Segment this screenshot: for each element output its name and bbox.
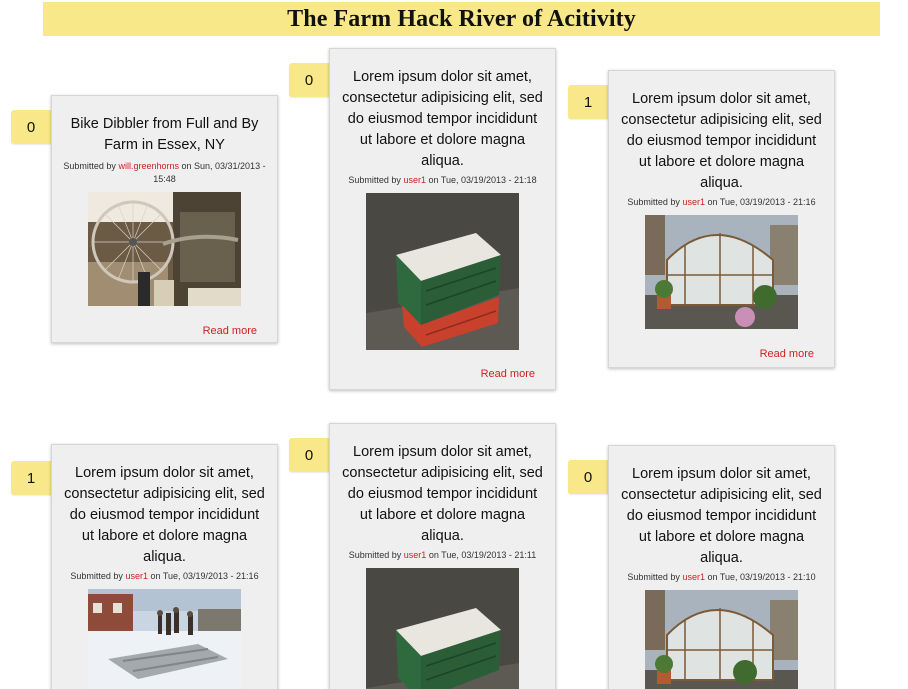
post-card: Bike Dibbler from Full and By Farm in Es… [51, 95, 278, 343]
post-title[interactable]: Lorem ipsum dolor sit amet, consectetur … [340, 442, 545, 547]
post-title[interactable]: Lorem ipsum dolor sit amet, consectetur … [62, 463, 267, 568]
post-meta: Submitted by user1 on Tue, 03/19/2013 - … [62, 570, 267, 583]
author-link[interactable]: user1 [682, 197, 705, 207]
post-title[interactable]: Lorem ipsum dolor sit amet, consectetur … [619, 89, 824, 194]
post-date: on Tue, 03/19/2013 - 21:11 [428, 550, 537, 560]
post-card: Lorem ipsum dolor sit amet, consectetur … [329, 48, 556, 390]
submitted-label: Submitted by [63, 161, 116, 171]
author-link[interactable]: user1 [682, 572, 705, 582]
post-card: Lorem ipsum dolor sit amet, consectetur … [608, 70, 835, 368]
author-link[interactable]: user1 [125, 571, 148, 581]
post-image-bike-wheel[interactable] [88, 192, 241, 306]
post-title[interactable]: Lorem ipsum dolor sit amet, consectetur … [619, 464, 824, 569]
post-image-crate-box[interactable] [366, 193, 519, 350]
post-meta: Submitted by user1 on Tue, 03/19/2013 - … [340, 549, 545, 562]
author-link[interactable]: user1 [403, 175, 426, 185]
page-banner: The Farm Hack River of Acitivity [43, 2, 880, 36]
page-title: The Farm Hack River of Acitivity [287, 5, 636, 32]
submitted-label: Submitted by [348, 550, 402, 560]
post-date: on Tue, 03/19/2013 - 21:16 [150, 571, 259, 581]
post-meta: Submitted by user1 on Tue, 03/19/2013 - … [619, 196, 824, 209]
vote-count-badge[interactable]: 0 [289, 438, 329, 472]
vote-count-badge[interactable]: 0 [568, 460, 608, 494]
post-card: Lorem ipsum dolor sit amet, consectetur … [608, 445, 835, 689]
author-link[interactable]: will.greenhorns [118, 161, 179, 171]
author-link[interactable]: user1 [404, 550, 427, 560]
post-title[interactable]: Bike Dibbler from Full and By Farm in Es… [62, 114, 267, 156]
post-meta: Submitted by user1 on Tue, 03/19/2013 - … [619, 571, 824, 584]
vote-count-badge[interactable]: 1 [568, 85, 608, 119]
post-image-crate-box[interactable] [366, 568, 519, 689]
submitted-label: Submitted by [348, 175, 401, 185]
post-card: Lorem ipsum dolor sit amet, consectetur … [51, 444, 278, 689]
post-meta: Submitted by user1 on Tue, 03/19/2013 - … [340, 174, 545, 187]
vote-count-badge[interactable]: 0 [11, 110, 51, 144]
submitted-label: Submitted by [627, 572, 680, 582]
post-title[interactable]: Lorem ipsum dolor sit amet, consectetur … [340, 67, 545, 172]
read-more-link[interactable]: Read more [62, 325, 267, 337]
post-image-greenhouse[interactable] [645, 215, 798, 329]
submitted-label: Submitted by [627, 197, 680, 207]
read-more-link[interactable]: Read more [340, 368, 545, 380]
post-card: Lorem ipsum dolor sit amet, consectetur … [329, 423, 556, 689]
post-meta: Submitted by will.greenhorns on Sun, 03/… [62, 160, 267, 186]
post-date: on Tue, 03/19/2013 - 21:16 [707, 197, 816, 207]
post-image-snowy-farm[interactable] [88, 589, 241, 689]
read-more-link[interactable]: Read more [619, 348, 824, 360]
vote-count-badge[interactable]: 1 [11, 461, 51, 495]
vote-count-badge[interactable]: 0 [289, 63, 329, 97]
post-image-greenhouse[interactable] [645, 590, 798, 689]
post-date: on Tue, 03/19/2013 - 21:10 [707, 572, 816, 582]
post-date: on Tue, 03/19/2013 - 21:18 [428, 175, 537, 185]
submitted-label: Submitted by [70, 571, 123, 581]
